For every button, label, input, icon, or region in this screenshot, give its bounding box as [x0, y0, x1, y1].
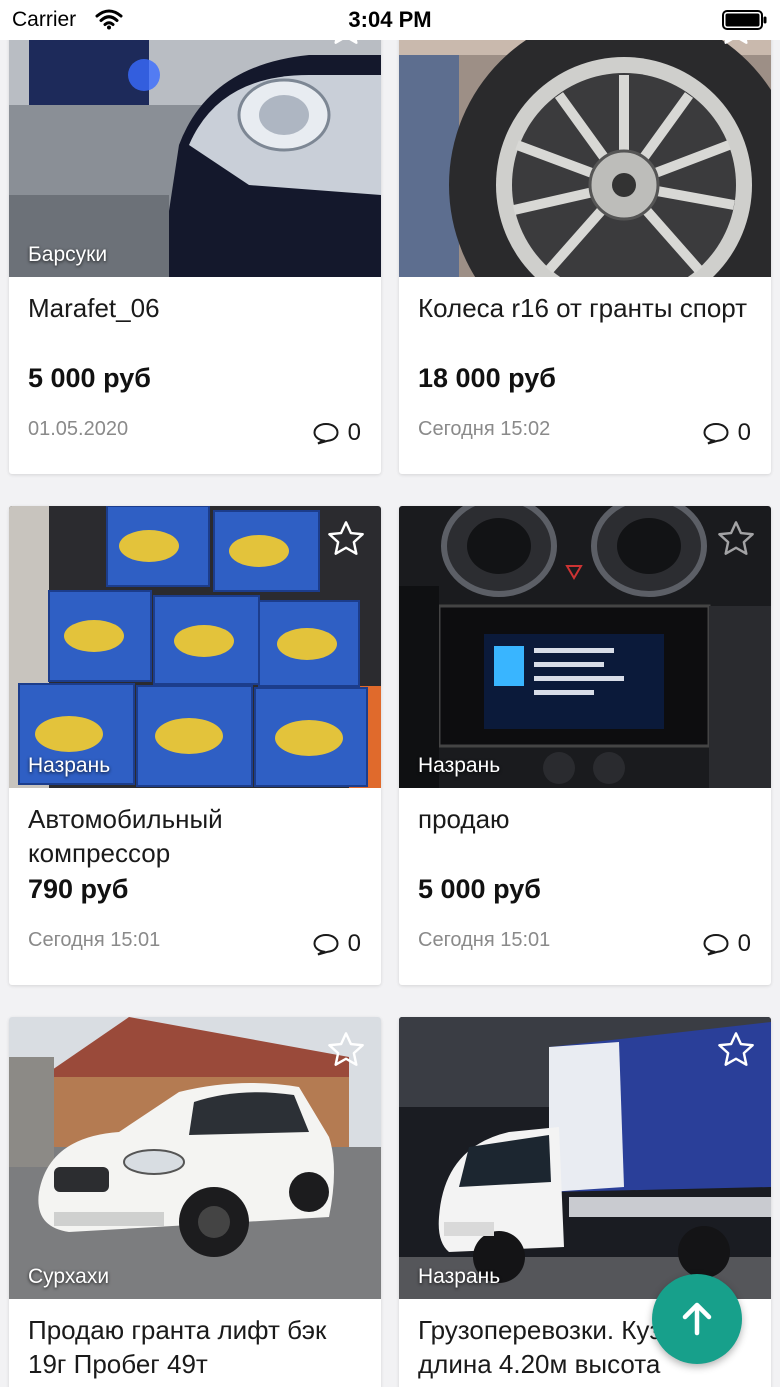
battery-icon	[722, 10, 767, 30]
listing-photo[interactable]	[399, 0, 771, 277]
listing-title: Marafet_06	[28, 293, 160, 323]
listing-location: Барсуки	[28, 243, 108, 266]
comment-bubble-icon	[703, 933, 729, 956]
listing-photo[interactable]: Назрань	[399, 506, 771, 788]
star-outline-icon[interactable]	[715, 518, 757, 560]
listing-card[interactable]: Назрань продаю 5 000 руб Сегодня 15:01 0	[399, 506, 771, 985]
listing-photo[interactable]: Назрань	[9, 506, 381, 788]
star-outline-icon[interactable]	[715, 1029, 757, 1071]
listing-title: продаю	[418, 804, 510, 834]
scroll-to-top-button[interactable]	[652, 1274, 742, 1364]
comment-count: 0	[347, 419, 361, 446]
listing-title: Колеса r16 от гранты спорт	[418, 293, 748, 323]
status-bar: Carrier 3:04 PM	[0, 0, 780, 40]
listing-date: Сегодня 15:02	[418, 418, 551, 440]
comment-bubble-icon	[313, 933, 339, 956]
star-outline-icon[interactable]	[325, 1029, 367, 1071]
listing-title: Автомобильный компрессор	[28, 804, 223, 868]
listing-photo[interactable]: Назрань	[399, 1017, 771, 1299]
star-outline-icon[interactable]	[325, 518, 367, 560]
listing-card[interactable]: Барсуки Marafet_06 5 000 руб 01.05.2020 …	[9, 0, 381, 474]
comment-bubble-icon	[313, 422, 339, 445]
listing-card[interactable]: Колеса r16 от гранты спорт 18 000 руб Се…	[399, 0, 771, 474]
comments-counter: 0	[312, 930, 361, 958]
listing-date: Сегодня 15:01	[28, 929, 161, 951]
comment-bubble-icon	[703, 422, 729, 445]
listing-location: Сурхахи	[28, 1265, 110, 1288]
listing-location: Назрань	[28, 754, 111, 777]
comments-counter: 0	[702, 930, 751, 958]
comments-counter: 0	[312, 419, 361, 447]
listing-date: 01.05.2020	[28, 418, 129, 440]
comment-count: 0	[737, 930, 751, 957]
listing-price: 790 руб	[28, 874, 129, 904]
arrow-up-icon	[682, 1302, 712, 1336]
listings-grid[interactable]: Барсуки Marafet_06 5 000 руб 01.05.2020 …	[0, 0, 780, 1387]
listing-price: 18 000 руб	[418, 363, 556, 393]
listing-price: 5 000 руб	[28, 363, 151, 393]
listing-photo[interactable]: Сурхахи	[9, 1017, 381, 1299]
listing-location: Назрань	[418, 754, 501, 777]
screen: Барсуки Marafet_06 5 000 руб 01.05.2020 …	[0, 0, 780, 1387]
comment-count: 0	[737, 419, 751, 446]
status-time: 3:04 PM	[348, 7, 432, 32]
listing-photo[interactable]: Барсуки	[9, 0, 381, 277]
listing-card[interactable]: Сурхахи Продаю гранта лифт бэк 19г Пробе…	[9, 1017, 381, 1387]
listing-location: Назрань	[418, 1265, 501, 1288]
comment-count: 0	[347, 930, 361, 957]
listing-date: Сегодня 15:01	[418, 929, 551, 951]
listing-card[interactable]: Назрань Автомобильный компрессор 790 руб…	[9, 506, 381, 985]
listing-price: 5 000 руб	[418, 874, 541, 904]
listing-title: Продаю гранта лифт бэк 19г Пробег 49т	[28, 1315, 327, 1379]
comments-counter: 0	[702, 419, 751, 447]
